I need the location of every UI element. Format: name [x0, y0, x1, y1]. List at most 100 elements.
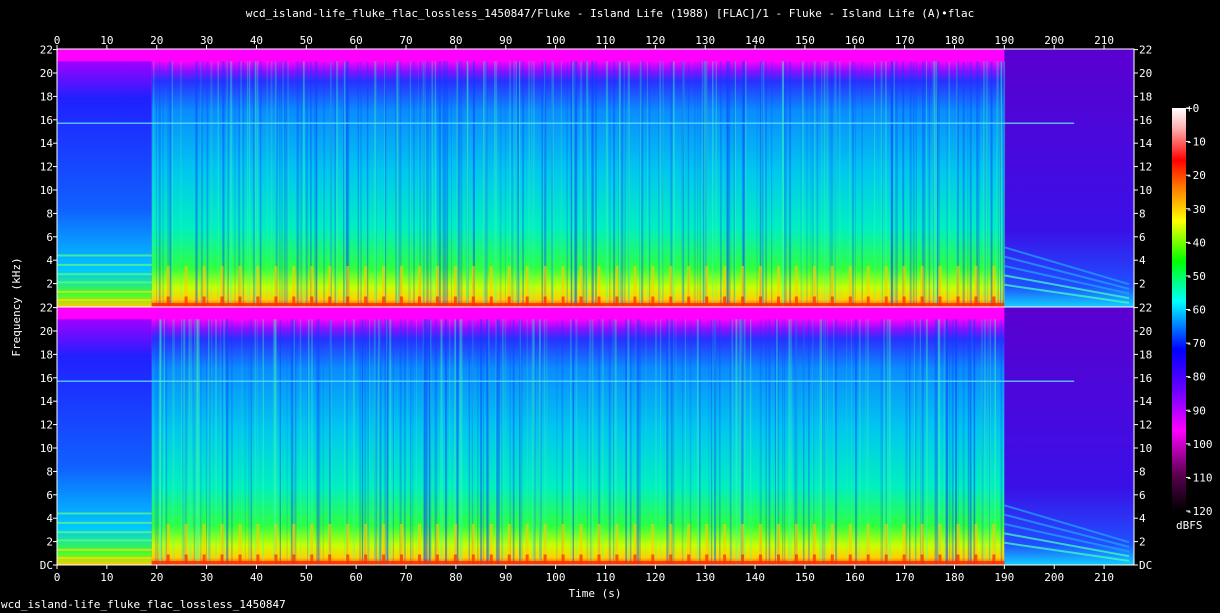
y-tick-label-left: 16: [40, 114, 53, 127]
x-tick-label-bottom: 170: [895, 571, 915, 584]
colorbar-tick-label: -90: [1186, 404, 1206, 417]
x-tick-label-top: 160: [845, 34, 865, 47]
x-tick-label-bottom: 190: [994, 571, 1014, 584]
y-tick-label-left: 10: [40, 442, 53, 455]
x-tick-label-top: 150: [795, 34, 815, 47]
x-tick-label-bottom: 130: [695, 571, 715, 584]
x-tick-label-top: 120: [645, 34, 665, 47]
y-tick-label-right: 22: [1139, 44, 1152, 57]
y-tick-label-right: 16: [1139, 114, 1152, 127]
x-tick-label-bottom: 210: [1094, 571, 1114, 584]
y-tick-label-right: 2: [1139, 536, 1146, 549]
x-tick-label-top: 20: [150, 34, 163, 47]
x-tick-label-top: 60: [350, 34, 363, 47]
y-tick-label-right: 4: [1139, 254, 1146, 267]
x-tick-label-top: 70: [399, 34, 412, 47]
y-tick-label-left: 8: [46, 207, 53, 220]
x-tick-label-top: 200: [1044, 34, 1064, 47]
y-tick-label-left: 20: [40, 325, 53, 338]
x-tick-label-bottom: 90: [499, 571, 512, 584]
x-tick-label-bottom: 180: [945, 571, 965, 584]
x-tick-label-bottom: 70: [399, 571, 412, 584]
x-tick-label-bottom: 20: [150, 571, 163, 584]
colorbar-tick-label: -70: [1186, 337, 1206, 350]
x-tick-label-bottom: 100: [546, 571, 566, 584]
y-tick-label-left: 6: [46, 231, 53, 244]
x-tick-label-top: 110: [596, 34, 616, 47]
colorbar-tick-label: -100: [1186, 438, 1213, 451]
y-tick-label-right: 12: [1139, 161, 1152, 174]
x-tick-label-top: 190: [994, 34, 1014, 47]
x-tick-label-top: 140: [745, 34, 765, 47]
colorbar-tick-label: -20: [1186, 169, 1206, 182]
y-tick-label-left: 14: [40, 395, 54, 408]
colorbar-tick-label: -60: [1186, 304, 1206, 317]
y-tick-label-right: 4: [1139, 512, 1146, 525]
y-tick-label-right: 20: [1139, 325, 1152, 338]
x-tick-label-bottom: 150: [795, 571, 815, 584]
colorbar-tick-label: -30: [1186, 203, 1206, 216]
y-tick-label-right: 8: [1139, 207, 1146, 220]
y-tick-label-left: 2: [46, 536, 53, 549]
x-tick-label-top: 80: [449, 34, 462, 47]
y-tick-label-right: 6: [1139, 231, 1146, 244]
intro-region: [57, 319, 152, 565]
y-tick-label-left: 16: [40, 372, 53, 385]
y-tick-label-right: 22: [1139, 302, 1152, 315]
y-tick-label-left: 4: [46, 512, 53, 525]
y-tick-label-right: 18: [1139, 90, 1152, 103]
y-tick-label-right: DC: [1139, 559, 1152, 572]
y-tick-label-right: 6: [1139, 489, 1146, 502]
colorbar-tick-label: -40: [1186, 236, 1206, 249]
x-tick-label-bottom: 200: [1044, 571, 1064, 584]
x-tick-label-top: 130: [695, 34, 715, 47]
y-tick-label-right: 10: [1139, 184, 1152, 197]
y-tick-label-left: DC: [40, 559, 53, 572]
x-tick-label-top: 180: [945, 34, 965, 47]
y-tick-label-left: 4: [46, 254, 53, 267]
spectrogram-channel-1: [57, 49, 1134, 308]
y-tick-label-right: 14: [1139, 395, 1153, 408]
colorbar-label: dBFS: [1176, 519, 1203, 532]
spectrogram-channel-2: [57, 307, 1134, 565]
x-tick-label-top: 50: [300, 34, 313, 47]
colorbar-tick-label: +0: [1186, 102, 1199, 115]
colorbar-tick-label: -120: [1186, 505, 1213, 518]
y-tick-label-left: 12: [40, 419, 53, 432]
y-tick-label-left: 10: [40, 184, 53, 197]
x-tick-label-bottom: 50: [300, 571, 313, 584]
y-tick-label-left: 8: [46, 465, 53, 478]
x-tick-label-bottom: 10: [100, 571, 113, 584]
colorbar-tick-label: -110: [1186, 471, 1213, 484]
x-tick-label-top: 0: [54, 34, 61, 47]
fade-region: [1004, 49, 1134, 307]
y-tick-label-right: 14: [1139, 137, 1153, 150]
intro-region: [57, 61, 152, 308]
y-tick-label-left: 18: [40, 90, 53, 103]
y-tick-label-right: 16: [1139, 372, 1152, 385]
colorbar-tick-label: -10: [1186, 136, 1206, 149]
y-tick-label-left: 2: [46, 278, 53, 291]
y-tick-label-left: 22: [40, 44, 53, 57]
x-tick-label-bottom: 160: [845, 571, 865, 584]
y-tick-label-left: 22: [40, 302, 53, 315]
colorbar-tick-label: -80: [1186, 371, 1206, 384]
x-tick-label-top: 10: [100, 34, 113, 47]
fade-region: [1004, 307, 1134, 565]
y-tick-label-right: 2: [1139, 278, 1146, 291]
x-tick-label-top: 90: [499, 34, 512, 47]
colorbar: [1172, 108, 1186, 511]
footer-label: wcd_island-life_fluke_flac_lossless_1450…: [1, 598, 286, 611]
x-tick-label-top: 100: [546, 34, 566, 47]
x-tick-label-top: 170: [895, 34, 915, 47]
y-tick-label-left: 20: [40, 67, 53, 80]
y-tick-label-right: 10: [1139, 442, 1152, 455]
x-tick-label-top: 40: [250, 34, 263, 47]
x-tick-label-bottom: 80: [449, 571, 462, 584]
y-tick-label-left: 12: [40, 161, 53, 174]
y-tick-label-left: 18: [40, 348, 53, 361]
x-tick-label-bottom: 140: [745, 571, 765, 584]
y-axis-label: Frequency (kHz): [10, 257, 23, 356]
colorbar-tick-label: -50: [1186, 270, 1206, 283]
y-tick-label-right: 18: [1139, 348, 1152, 361]
